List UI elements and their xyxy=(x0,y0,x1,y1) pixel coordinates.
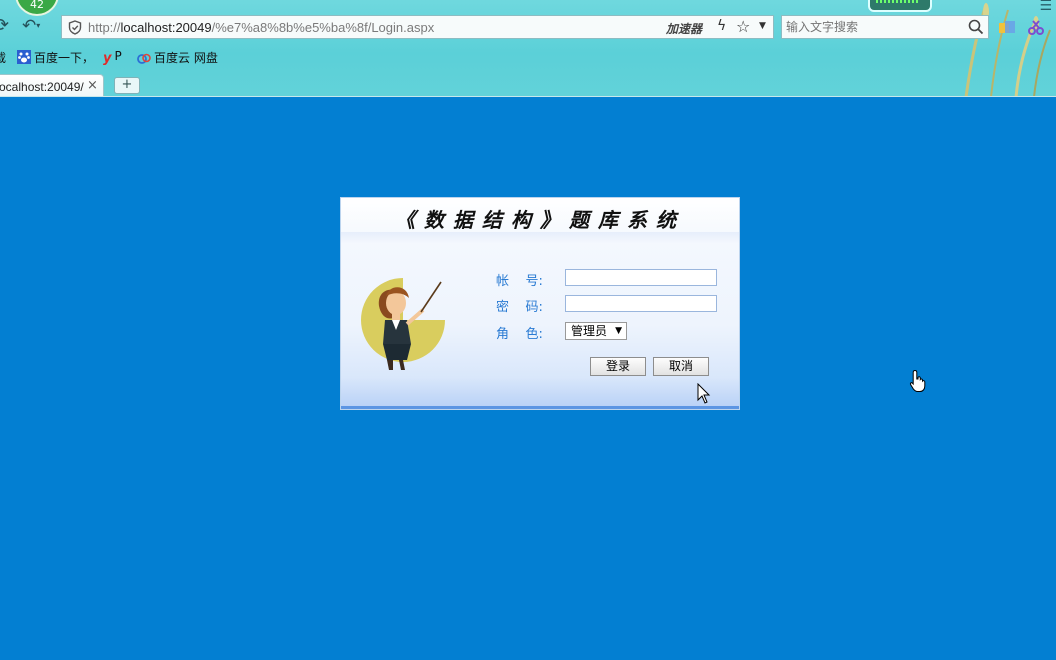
star-icon[interactable]: ☆ xyxy=(736,17,750,36)
chrome-divider xyxy=(0,96,1056,97)
search-box[interactable] xyxy=(781,15,989,39)
hand-cursor-icon xyxy=(909,369,926,392)
speed-meter-icon xyxy=(868,0,932,12)
mouse-pointer-icon xyxy=(697,383,711,404)
page-title: 《数据结构》题库系统 xyxy=(395,208,685,232)
password-label: 密 码: xyxy=(496,300,543,315)
bookmark-item[interactable]: 载 xyxy=(0,49,6,66)
undo-icon[interactable]: ↶▾ xyxy=(22,16,40,36)
chevron-down-icon[interactable]: ▼ xyxy=(759,21,766,31)
password-input[interactable] xyxy=(565,295,717,312)
dropdown-arrow-icon: ▼ xyxy=(615,326,622,336)
shield-icon xyxy=(68,20,82,35)
search-input[interactable] xyxy=(786,19,956,35)
bookmark-p[interactable]: yP xyxy=(103,49,122,66)
extension-puzzle-icon[interactable] xyxy=(998,20,1016,36)
login-button[interactable]: 登录 xyxy=(590,357,646,376)
refresh-icon[interactable]: ⟳ xyxy=(0,16,9,36)
account-label: 帐 号: xyxy=(496,274,543,289)
account-input[interactable] xyxy=(565,269,717,286)
close-icon[interactable]: × xyxy=(87,78,98,93)
browser-chrome: 42 ☰ ⟳ ↶▾ http://localhost:20049/%e7%a8%… xyxy=(0,0,1056,97)
title-band xyxy=(341,232,739,244)
tab-strip: ocalhost:20049/ × + xyxy=(0,72,1056,97)
cloud-icon xyxy=(137,53,151,64)
accelerator-button[interactable]: 加速器 xyxy=(666,20,702,37)
login-panel: 《数据结构》题库系统 帐 号: 密 码: 角 色: 管理员 ▼ 登录 取消 xyxy=(341,198,739,409)
bookmark-baidu-cloud[interactable]: 百度云 网盘 xyxy=(137,49,218,66)
y-logo-icon: y xyxy=(103,51,112,66)
search-icon[interactable] xyxy=(968,19,984,35)
role-selected-value: 管理员 xyxy=(571,324,608,338)
tab-title: ocalhost:20049/ xyxy=(0,80,84,94)
cancel-button[interactable]: 取消 xyxy=(653,357,709,376)
new-tab-button[interactable]: + xyxy=(114,77,140,94)
role-label: 角 色: xyxy=(496,327,543,342)
teacher-illustration xyxy=(361,278,445,370)
role-select[interactable]: 管理员 ▼ xyxy=(565,322,627,340)
tab-active[interactable]: ocalhost:20049/ × xyxy=(0,74,104,97)
menu-icon[interactable]: ☰ xyxy=(1039,0,1052,14)
bookmark-baidu[interactable]: 百度一下， xyxy=(17,49,94,66)
address-url[interactable]: http://localhost:20049/%e7%a8%8b%e5%ba%8… xyxy=(88,20,434,35)
baidu-paw-icon xyxy=(17,50,31,64)
scissors-icon[interactable] xyxy=(1027,20,1047,36)
notification-badge[interactable]: 42 xyxy=(15,0,59,16)
address-bar[interactable]: http://localhost:20049/%e7%a8%8b%e5%ba%8… xyxy=(61,15,774,39)
lightning-icon[interactable]: ϟ xyxy=(717,18,726,34)
